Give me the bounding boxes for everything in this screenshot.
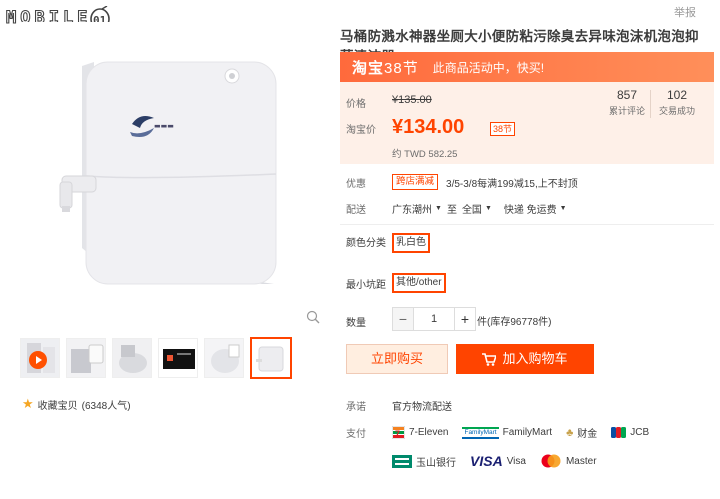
offer-row: 优惠 跨店满减 3/5-3/8每满199减15,上不封顶 [346,174,578,190]
star-icon: ★ [22,396,34,411]
thumbnail-image-active[interactable] [250,337,292,379]
payment-visa: VISA Visa [470,453,526,469]
main-product-image[interactable]: ▬▬▬ [22,22,328,332]
favorite-label: 收藏宝贝 [37,400,78,412]
payment-jcb: JCB [611,427,649,438]
ship-from-select[interactable]: 广东潮州 ▼ [392,201,442,216]
ship-to-word: 至 [446,205,457,216]
offer-text: 3/5-3/8每满199减15,上不封顶 [446,178,578,190]
size-option-selected[interactable]: 其他/other [392,273,446,293]
cart-icon [482,352,497,366]
offer-label: 优惠 [346,178,366,190]
promise-label: 承诺 [346,402,366,413]
favorite-count: (6348人气) [81,400,131,412]
payment-mastercard: Master [540,454,597,468]
twd-price: 约 TWD 582.25 [392,149,458,160]
add-to-cart-label: 加入购物车 [502,351,568,366]
thumbnail-image[interactable] [112,338,152,378]
svg-text:▬▬▬: ▬▬▬ [154,122,174,130]
fisc-icon: ♣ [566,426,574,439]
sale-price: ¥134.00 [392,116,465,138]
jcb-icon [611,427,627,438]
payment-fisc: ♣ 财金 [566,426,598,441]
add-to-cart-button[interactable]: 加入购物车 [456,344,594,374]
thumbnail-strip [20,337,298,379]
quantity-input[interactable]: 1 [414,307,454,331]
seven-eleven-icon: 7 [392,426,405,439]
payment-7eleven: 7 7-Eleven [392,426,448,439]
section-divider [340,224,714,225]
promise-text: 官方物流配送 [392,402,452,413]
taobao-38-logo: 淘宝38节 [352,59,419,77]
quantity-decrease-button[interactable]: − [392,307,414,331]
promo-message: 此商品活动中，快买! [432,60,545,75]
payment-esun: 玉山银行 [392,454,456,469]
original-price-label: 价格 [346,99,366,110]
svg-text:7: 7 [395,429,400,439]
review-count: 857 [616,88,638,102]
original-price: ¥135.00 [392,94,432,106]
thumbnail-image[interactable] [204,338,244,378]
deal-label: 交易成功 [658,106,695,116]
payment-row: 支付 7 7-Eleven FamilyMart FamilyMart ♣ 财金… [346,425,663,440]
quantity-increase-button[interactable]: + [454,307,476,331]
familymart-icon: FamilyMart [462,426,499,439]
payment-label: 支付 [346,429,366,440]
deal-stat[interactable]: 102 交易成功 [654,88,700,117]
thumbnail-image[interactable] [158,338,198,378]
shipping-row: 配送 广东潮州 ▼ 至 全国 ▼ 快递 免运费 ▼ [346,201,567,216]
color-option-selected[interactable]: 乳白色 [392,233,430,253]
stock-text: 件(库存96778件) [477,317,552,328]
price-panel: 价格 ¥135.00 淘宝价 ¥134.00 38节 约 TWD 582.25 … [340,82,714,164]
mastercard-icon [541,454,561,468]
payment-familymart: FamilyMart FamilyMart [462,426,553,439]
shipping-label: 配送 [346,205,366,216]
play-icon [29,351,47,369]
visa-icon: VISA [470,453,503,469]
thumbnail-image[interactable] [66,338,106,378]
review-label: 累计评论 [608,106,645,116]
thumbnail-video[interactable] [20,338,60,378]
ship-to-select[interactable]: 全国 ▼ [462,201,492,216]
report-link[interactable]: 举报 [674,4,696,20]
deal-count: 102 [666,88,688,102]
promise-row: 承诺 官方物流配送 [346,398,452,413]
favorite-button[interactable]: ★ 收藏宝贝 (6348人气) [22,396,131,412]
color-label: 颜色分类 [346,238,386,249]
payment-row-2: 玉山银行 VISA Visa Master [392,453,611,469]
zoom-icon[interactable] [306,310,320,324]
festival-badge: 38节 [490,122,516,136]
quantity-label: 数量 [346,318,366,329]
esun-bank-icon [392,454,412,468]
sale-price-label: 淘宝价 [346,125,376,136]
offer-tag: 跨店满减 [392,174,439,190]
review-stat[interactable]: 857 累计评论 [604,88,650,117]
shipping-method[interactable]: 快递 免运费 ▼ [504,201,567,216]
buy-now-button[interactable]: 立即购买 [346,344,448,374]
stat-divider [650,90,651,118]
size-label: 最小坑距 [346,280,386,291]
promo-banner: 淘宝38节 此商品活动中，快买! [340,52,714,82]
quantity-stepper: − 1 + [392,307,476,331]
